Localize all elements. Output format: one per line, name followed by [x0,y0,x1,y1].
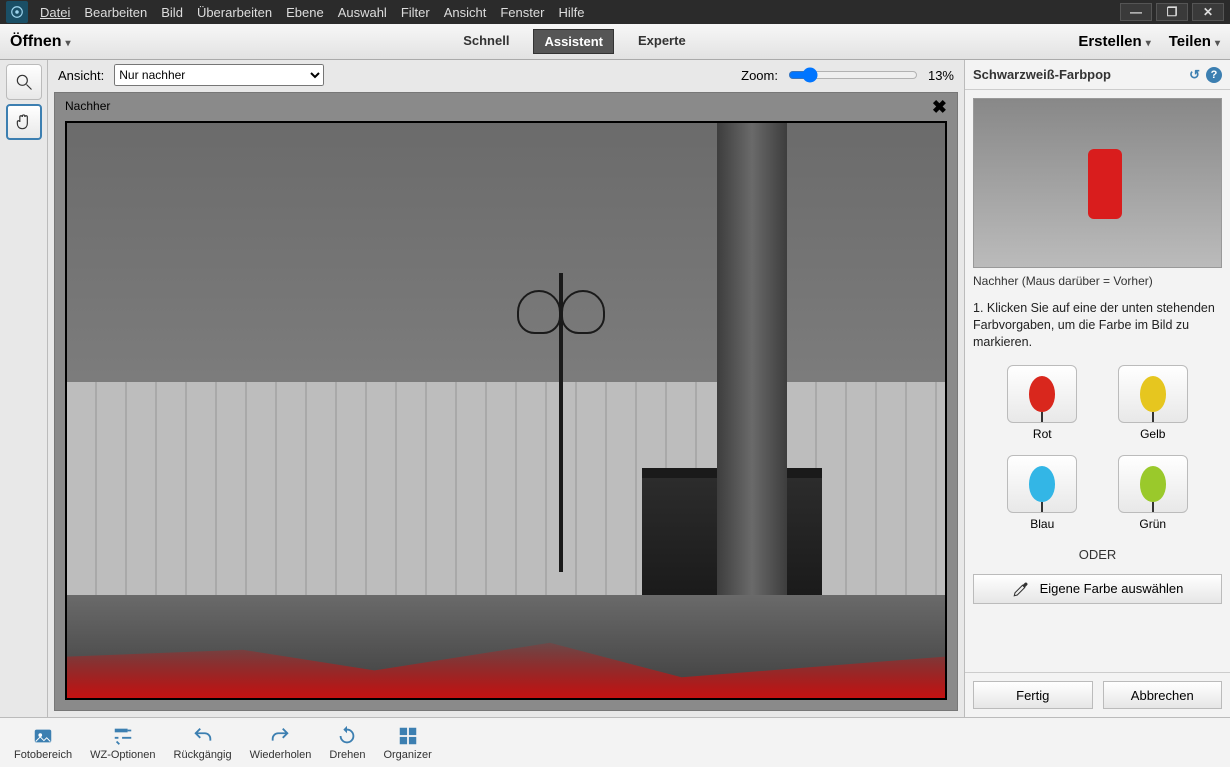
create-button[interactable]: Erstellen▾ [1078,33,1150,50]
window-minimize[interactable]: — [1120,3,1152,21]
bottombar: Fotobereich WZ-Optionen Rückgängig Wiede… [0,717,1230,767]
zoom-slider[interactable] [788,67,918,83]
balloon-icon [1029,466,1055,502]
swatch-green[interactable]: Grün [1118,455,1188,531]
undo-icon [192,725,214,747]
actionbar: Öffnen▾ Schnell Assistent Experte Erstel… [0,24,1230,60]
cancel-button[interactable]: Abbrechen [1103,681,1223,709]
organizer-icon [397,725,419,747]
eyedropper-icon [1012,580,1030,598]
help-icon[interactable]: ? [1206,67,1222,83]
chevron-down-icon: ▾ [1215,38,1220,49]
mode-quick[interactable]: Schnell [453,29,519,54]
canvas-wrap: Nachher ✖ [54,92,958,711]
menu-help[interactable]: Hilfe [558,5,584,20]
swatch-red[interactable]: Rot [1007,365,1077,441]
photobin-icon [32,725,54,747]
swatch-yellow[interactable]: Gelb [1118,365,1188,441]
menu-window[interactable]: Fenster [500,5,544,20]
window-maximize[interactable]: ❐ [1156,3,1188,21]
preview-caption: Nachher (Maus darüber = Vorher) [973,274,1222,288]
panel-header: Schwarzweiß-Farbpop ↺ ? [965,60,1230,90]
app-icon [6,1,28,23]
view-select[interactable]: Nur nachher [114,64,324,86]
right-panel: Schwarzweiß-Farbpop ↺ ? Nachher (Maus da… [964,60,1230,717]
magnifier-icon [14,72,34,92]
or-label: ODER [973,547,1222,562]
view-label: Ansicht: [58,68,104,83]
canvas-image[interactable] [65,121,947,700]
zoom-label: Zoom: [741,68,778,83]
redo-icon [269,725,291,747]
zoom-tool[interactable] [6,64,42,100]
rotate-icon [336,725,358,747]
menubar: Datei Bearbeiten Bild Überarbeiten Ebene… [0,0,1230,24]
window-close[interactable]: ✕ [1192,3,1224,21]
share-button[interactable]: Teilen▾ [1169,33,1220,50]
menu-edit[interactable]: Bearbeiten [84,5,147,20]
done-button[interactable]: Fertig [973,681,1093,709]
menu-enhance[interactable]: Überarbeiten [197,5,272,20]
chevron-down-icon: ▾ [1146,38,1151,49]
tooloptions-icon [112,725,134,747]
swatch-blue[interactable]: Blau [1007,455,1077,531]
reset-icon[interactable]: ↺ [1189,67,1200,83]
hand-tool[interactable] [6,104,42,140]
window-controls: — ❐ ✕ [1120,3,1224,21]
canvas-image-label: Nachher [65,99,110,113]
mode-expert[interactable]: Experte [628,29,696,54]
panel-title: Schwarzweiß-Farbpop [973,67,1111,82]
photobin-button[interactable]: Fotobereich [8,725,78,761]
menu-select[interactable]: Auswahl [338,5,387,20]
redo-button[interactable]: Wiederholen [244,725,318,761]
menu-file[interactable]: Datei [40,5,70,20]
mode-guided[interactable]: Assistent [533,29,614,54]
custom-color-button[interactable]: Eigene Farbe auswählen [973,574,1222,604]
open-button[interactable]: Öffnen▾ [10,33,71,51]
balloon-icon [1029,376,1055,412]
menu-filter[interactable]: Filter [401,5,430,20]
canvas-header: Ansicht: Nur nachher Zoom: 13% [48,60,964,90]
balloon-icon [1140,376,1166,412]
canvas-area: Ansicht: Nur nachher Zoom: 13% Nachher ✖ [48,60,964,717]
toolstrip [0,60,48,717]
main: Ansicht: Nur nachher Zoom: 13% Nachher ✖ [0,60,1230,717]
menu-view[interactable]: Ansicht [444,5,487,20]
zoom-value: 13% [928,68,954,83]
tool-options-button[interactable]: WZ-Optionen [84,725,161,761]
preview-image[interactable] [973,98,1222,268]
instruction-text: 1. Klicken Sie auf eine der unten stehen… [973,300,1222,351]
hand-icon [14,112,34,132]
canvas-close-icon[interactable]: ✖ [932,97,947,118]
balloon-icon [1140,466,1166,502]
menu-layer[interactable]: Ebene [286,5,324,20]
undo-button[interactable]: Rückgängig [168,725,238,761]
organizer-button[interactable]: Organizer [377,725,437,761]
rotate-button[interactable]: Drehen [323,725,371,761]
menu-image[interactable]: Bild [161,5,183,20]
